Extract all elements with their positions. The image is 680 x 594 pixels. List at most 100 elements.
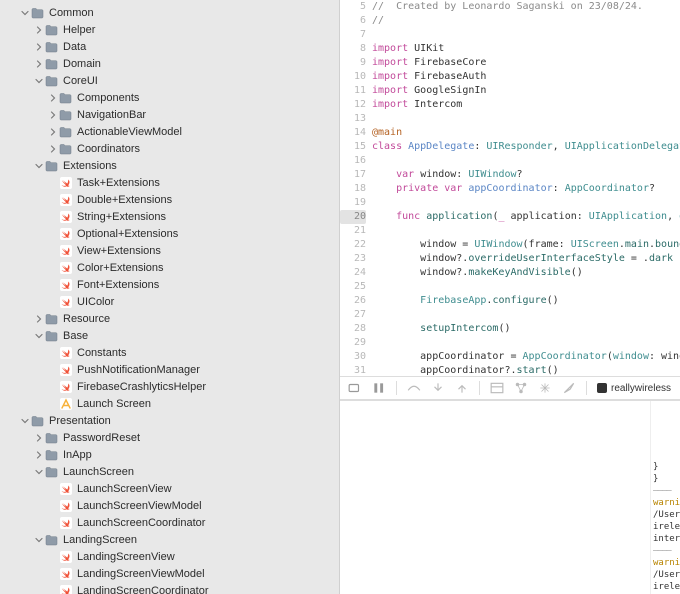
line-number[interactable]: 31: [340, 364, 366, 376]
code-line[interactable]: setupIntercom(): [372, 322, 680, 336]
disclosure-right-icon[interactable]: [34, 25, 44, 35]
disclosure-right-icon[interactable]: [34, 42, 44, 52]
disclosure-down-icon[interactable]: [20, 416, 30, 426]
location-icon[interactable]: [562, 381, 576, 395]
line-number[interactable]: 20: [340, 210, 366, 224]
step-out-icon[interactable]: [455, 381, 469, 395]
line-number[interactable]: 12: [340, 98, 366, 112]
disclosure-right-icon[interactable]: [48, 144, 58, 154]
source-editor[interactable]: 5678910111213141516171819202122232425262…: [340, 0, 680, 376]
code-line[interactable]: import FirebaseAuth: [372, 70, 680, 84]
disclosure-right-icon[interactable]: [48, 127, 58, 137]
tree-item[interactable]: Presentation: [0, 412, 339, 429]
disclosure-right-icon[interactable]: [34, 450, 44, 460]
tree-item[interactable]: Double+Extensions: [0, 191, 339, 208]
code-line[interactable]: var window: UIWindow?: [372, 168, 680, 182]
tree-item[interactable]: LandingScreenViewModel: [0, 565, 339, 582]
line-number[interactable]: 13: [340, 112, 366, 126]
code-line[interactable]: FirebaseApp.configure(): [372, 294, 680, 308]
tree-item[interactable]: PasswordReset: [0, 429, 339, 446]
tree-item[interactable]: ActionableViewModel: [0, 123, 339, 140]
tree-item[interactable]: CoreUI: [0, 72, 339, 89]
disclosure-right-icon[interactable]: [34, 59, 44, 69]
disclosure-right-icon[interactable]: [48, 110, 58, 120]
tree-item[interactable]: LaunchScreen: [0, 463, 339, 480]
debug-view-icon[interactable]: [490, 381, 504, 395]
disclosure-down-icon[interactable]: [34, 76, 44, 86]
line-number[interactable]: 25: [340, 280, 366, 294]
line-number[interactable]: 18: [340, 182, 366, 196]
code-line[interactable]: window = UIWindow(frame: UIScreen.main.b…: [372, 238, 680, 252]
line-number[interactable]: 23: [340, 252, 366, 266]
tree-item[interactable]: LaunchScreenView: [0, 480, 339, 497]
step-over-icon[interactable]: [407, 381, 421, 395]
tree-item[interactable]: LandingScreen: [0, 531, 339, 548]
line-number[interactable]: 29: [340, 336, 366, 350]
code-line[interactable]: import FirebaseCore: [372, 56, 680, 70]
tree-item[interactable]: Data: [0, 38, 339, 55]
line-number[interactable]: 10: [340, 70, 366, 84]
code-line[interactable]: appCoordinator?.start(): [372, 364, 680, 376]
line-number[interactable]: 5: [340, 0, 366, 14]
tree-item[interactable]: Font+Extensions: [0, 276, 339, 293]
code-line[interactable]: window?.makeKeyAndVisible(): [372, 266, 680, 280]
variables-view[interactable]: [340, 401, 650, 594]
disclosure-down-icon[interactable]: [34, 467, 44, 477]
tree-item[interactable]: Resource: [0, 310, 339, 327]
disclosure-right-icon[interactable]: [34, 433, 44, 443]
tree-item[interactable]: PushNotificationManager: [0, 361, 339, 378]
code-line[interactable]: [372, 154, 680, 168]
tree-item[interactable]: Task+Extensions: [0, 174, 339, 191]
disclosure-down-icon[interactable]: [34, 331, 44, 341]
line-number[interactable]: 21: [340, 224, 366, 238]
code-line[interactable]: import UIKit: [372, 42, 680, 56]
line-number[interactable]: 9: [340, 56, 366, 70]
tree-item[interactable]: Launch Screen: [0, 395, 339, 412]
tree-item[interactable]: Helper: [0, 21, 339, 38]
line-number[interactable]: 26: [340, 294, 366, 308]
line-number[interactable]: 6: [340, 14, 366, 28]
line-number[interactable]: 28: [340, 322, 366, 336]
console-output[interactable]: }}————warni/Userireleinter————warni/User…: [650, 401, 680, 594]
code-line[interactable]: // Created by Leonardo Saganski on 23/08…: [372, 0, 680, 14]
line-number[interactable]: 15: [340, 140, 366, 154]
code-line[interactable]: [372, 308, 680, 322]
tree-item[interactable]: LandingScreenCoordinator: [0, 582, 339, 594]
tree-item[interactable]: Coordinators: [0, 140, 339, 157]
code-line[interactable]: [372, 280, 680, 294]
line-number[interactable]: 30: [340, 350, 366, 364]
scheme-selector[interactable]: reallywireless: [597, 383, 671, 394]
code-line[interactable]: import Intercom: [372, 98, 680, 112]
code-line[interactable]: [372, 28, 680, 42]
tree-item[interactable]: View+Extensions: [0, 242, 339, 259]
step-into-icon[interactable]: [431, 381, 445, 395]
code-line[interactable]: [372, 224, 680, 238]
line-number[interactable]: 8: [340, 42, 366, 56]
line-gutter[interactable]: 5678910111213141516171819202122232425262…: [340, 0, 372, 376]
tree-item[interactable]: NavigationBar: [0, 106, 339, 123]
disclosure-down-icon[interactable]: [34, 161, 44, 171]
tree-item[interactable]: String+Extensions: [0, 208, 339, 225]
tree-item[interactable]: Domain: [0, 55, 339, 72]
tree-item[interactable]: LaunchScreenViewModel: [0, 497, 339, 514]
code-line[interactable]: private var appCoordinator: AppCoordinat…: [372, 182, 680, 196]
disclosure-down-icon[interactable]: [20, 8, 30, 18]
tree-item[interactable]: LandingScreenView: [0, 548, 339, 565]
line-number[interactable]: 14: [340, 126, 366, 140]
line-number[interactable]: 11: [340, 84, 366, 98]
code-line[interactable]: [372, 112, 680, 126]
line-number[interactable]: 19: [340, 196, 366, 210]
code-line[interactable]: [372, 196, 680, 210]
code-line[interactable]: appCoordinator = AppCoordinator(window: …: [372, 350, 680, 364]
tree-item[interactable]: Base: [0, 327, 339, 344]
disclosure-right-icon[interactable]: [34, 314, 44, 324]
toggle-breakpoints-icon[interactable]: [348, 381, 362, 395]
line-number[interactable]: 22: [340, 238, 366, 252]
line-number[interactable]: 27: [340, 308, 366, 322]
line-number[interactable]: 24: [340, 266, 366, 280]
code-line[interactable]: window?.overrideUserInterfaceStyle = .da…: [372, 252, 680, 266]
code-line[interactable]: import GoogleSignIn: [372, 84, 680, 98]
tree-item[interactable]: Components: [0, 89, 339, 106]
project-navigator[interactable]: CommonHelperDataDomainCoreUIComponentsNa…: [0, 0, 340, 594]
line-number[interactable]: 16: [340, 154, 366, 168]
